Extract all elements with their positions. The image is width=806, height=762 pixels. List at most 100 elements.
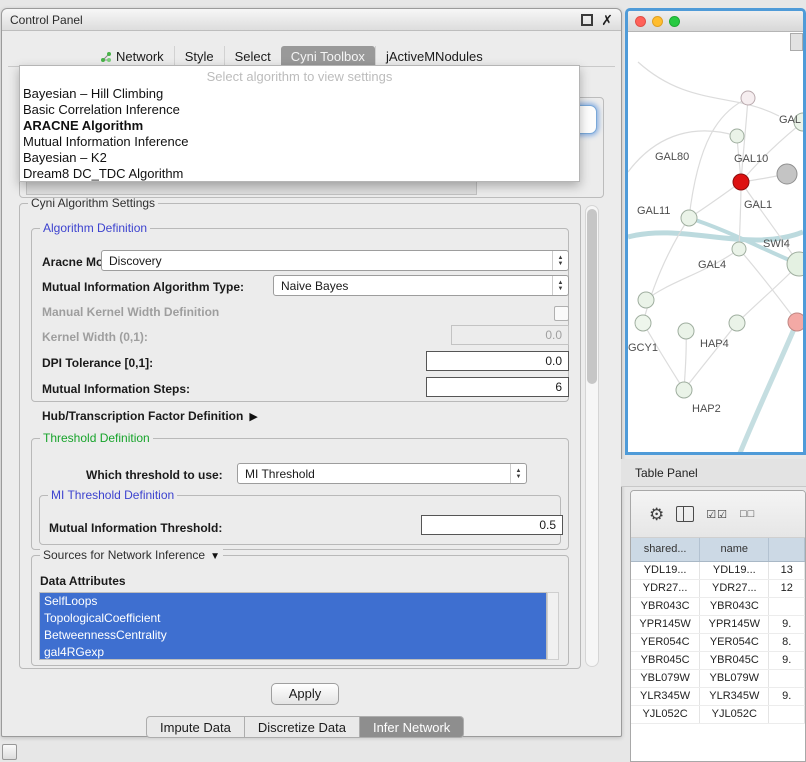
gear-icon[interactable]: ⚙ <box>649 506 664 523</box>
close-icon[interactable]: ✗ <box>601 13 613 27</box>
dropdown-item[interactable]: Mutual Information Inference <box>20 134 579 150</box>
deselect-all-icon[interactable]: □□ <box>740 508 755 520</box>
table-row[interactable]: YDR27...YDR27...12 <box>631 580 805 598</box>
tab-discretize-data[interactable]: Discretize Data <box>245 716 360 738</box>
table-cell: YBR045C <box>700 652 769 669</box>
network-node[interactable] <box>681 210 697 226</box>
network-node[interactable] <box>788 313 803 331</box>
combo-arrows-icon <box>552 251 568 270</box>
column-header[interactable]: name <box>700 538 769 561</box>
restore-panel-icon[interactable] <box>2 744 17 760</box>
hub-section-toggle[interactable]: Hub/Transcription Factor Definition <box>42 409 258 423</box>
network-canvas[interactable]: GALGAL80GAL10GAL11GAL1SWI4GAL4GCY1HAP4HA… <box>628 32 803 453</box>
scrollbar-thumb[interactable] <box>587 209 597 384</box>
tab-style[interactable]: Style <box>174 46 224 67</box>
apply-button[interactable]: Apply <box>271 683 339 705</box>
network-view-window: GALGAL80GAL10GAL11GAL1SWI4GAL4GCY1HAP4HA… <box>625 8 806 455</box>
table-row[interactable]: YLR345WYLR345W9. <box>631 688 805 706</box>
columns-icon[interactable] <box>676 506 694 522</box>
manual-kernel-checkbox[interactable] <box>554 306 569 321</box>
network-node-label: SWI4 <box>763 238 790 250</box>
table-cell: YJL052C <box>700 706 769 723</box>
table-row[interactable]: YPR145WYPR145W9. <box>631 616 805 634</box>
manual-kernel-label: Manual Kernel Width Definition <box>42 305 219 319</box>
column-header[interactable]: shared... <box>631 538 700 561</box>
table-row[interactable]: YBR045CYBR045C9. <box>631 652 805 670</box>
control-panel-window: Control Panel ✗ Network Style Select Cyn… <box>1 8 622 737</box>
dropdown-item[interactable]: Bayesian – K2 <box>20 150 579 166</box>
list-scrollbar[interactable] <box>547 592 559 660</box>
mi-steps-field[interactable]: 6 <box>426 377 569 397</box>
dropdown-item[interactable]: Bayesian – Hill Climbing <box>20 86 579 102</box>
dropdown-item[interactable]: Basic Correlation Inference <box>20 102 579 118</box>
data-attributes-list[interactable]: SelfLoops TopologicalCoefficient Between… <box>39 592 547 660</box>
group-title: Threshold Definition <box>40 431 153 445</box>
mi-steps-label: Mutual Information Steps: <box>42 382 190 396</box>
network-node[interactable] <box>732 242 746 256</box>
mi-type-label: Mutual Information Algorithm Type: <box>42 280 244 294</box>
mac-zoom-button[interactable] <box>669 16 680 27</box>
screen: Control Panel ✗ Network Style Select Cyn… <box>0 0 806 762</box>
network-edges <box>628 62 803 453</box>
network-node[interactable] <box>741 91 755 105</box>
table-cell: YER054C <box>700 634 769 651</box>
network-node[interactable] <box>787 252 803 276</box>
network-node-label: GAL10 <box>734 153 768 165</box>
settings-scrollbar[interactable] <box>585 205 599 667</box>
mac-minimize-button[interactable] <box>652 16 663 27</box>
mi-threshold-field[interactable]: 0.5 <box>421 515 563 535</box>
tab-impute-data[interactable]: Impute Data <box>146 716 245 738</box>
group-title: Cyni Algorithm Settings <box>28 196 158 210</box>
list-item-selected[interactable]: SelfLoops <box>40 593 546 610</box>
table-cell: YBR043C <box>700 598 769 615</box>
list-item-selected[interactable]: BetweennessCentrality <box>40 627 546 644</box>
network-node[interactable] <box>777 164 797 184</box>
network-node[interactable] <box>678 323 694 339</box>
table-cell: YER054C <box>631 634 700 651</box>
mi-type-combo[interactable]: Naive Bayes <box>273 275 569 296</box>
tab-select[interactable]: Select <box>224 46 281 67</box>
table-cell: YPR145W <box>631 616 700 633</box>
tab-jactivemodules[interactable]: jActiveMNodules <box>375 46 493 67</box>
select-all-icon[interactable]: ☑☑ <box>706 508 728 521</box>
table-panel-header: Table Panel <box>621 459 806 487</box>
float-window-icon[interactable] <box>581 14 593 26</box>
network-node[interactable] <box>730 129 744 143</box>
network-node[interactable] <box>733 174 749 190</box>
table-row[interactable]: YDL19...YDL19...13 <box>631 562 805 580</box>
dpi-tolerance-field[interactable]: 0.0 <box>426 351 569 371</box>
which-threshold-combo[interactable]: MI Threshold <box>237 463 527 484</box>
tab-cyni-toolbox[interactable]: Cyni Toolbox <box>281 46 375 67</box>
network-node[interactable] <box>635 315 651 331</box>
dropdown-item-selected[interactable]: ARACNE Algorithm <box>20 118 579 134</box>
sources-group-toggle[interactable]: Sources for Network Inference <box>40 548 223 562</box>
table-row[interactable]: YER054CYER054C8. <box>631 634 805 652</box>
aracne-mode-combo[interactable]: Discovery <box>101 250 569 271</box>
table-cell: YLR345W <box>700 688 769 705</box>
tab-network[interactable]: Network <box>90 46 174 67</box>
network-node[interactable] <box>676 382 692 398</box>
tab-label: jActiveMNodules <box>386 46 483 67</box>
column-header[interactable] <box>769 538 805 561</box>
table-toolbar: ⚙ ☑☑ □□ <box>631 491 805 538</box>
table-row[interactable]: YJL052CYJL052C <box>631 706 805 724</box>
network-node-label: GAL1 <box>744 199 772 211</box>
network-node[interactable] <box>729 315 745 331</box>
network-node-label: GCY1 <box>628 342 658 354</box>
combo-value: Naive Bayes <box>274 279 552 293</box>
network-node[interactable] <box>638 292 654 308</box>
table-row[interactable]: YBL079WYBL079W <box>631 670 805 688</box>
dropdown-item[interactable]: Dream8 DC_TDC Algorithm <box>20 166 579 182</box>
combo-value: Discovery <box>102 254 552 268</box>
table-cell <box>769 706 805 723</box>
tab-label: Style <box>185 46 214 67</box>
tab-label: Cyni Toolbox <box>291 46 365 67</box>
tab-infer-network[interactable]: Infer Network <box>360 716 464 738</box>
table-row[interactable]: YBR043CYBR043C <box>631 598 805 616</box>
list-item-selected[interactable]: TopologicalCoefficient <box>40 610 546 627</box>
mac-close-button[interactable] <box>635 16 646 27</box>
network-node-label: GAL4 <box>698 259 726 271</box>
list-item-selected[interactable]: gal4RGexp <box>40 644 546 660</box>
birdseye-toggle[interactable] <box>790 33 803 51</box>
network-graph: GALGAL80GAL10GAL11GAL1SWI4GAL4GCY1HAP4HA… <box>628 32 803 453</box>
